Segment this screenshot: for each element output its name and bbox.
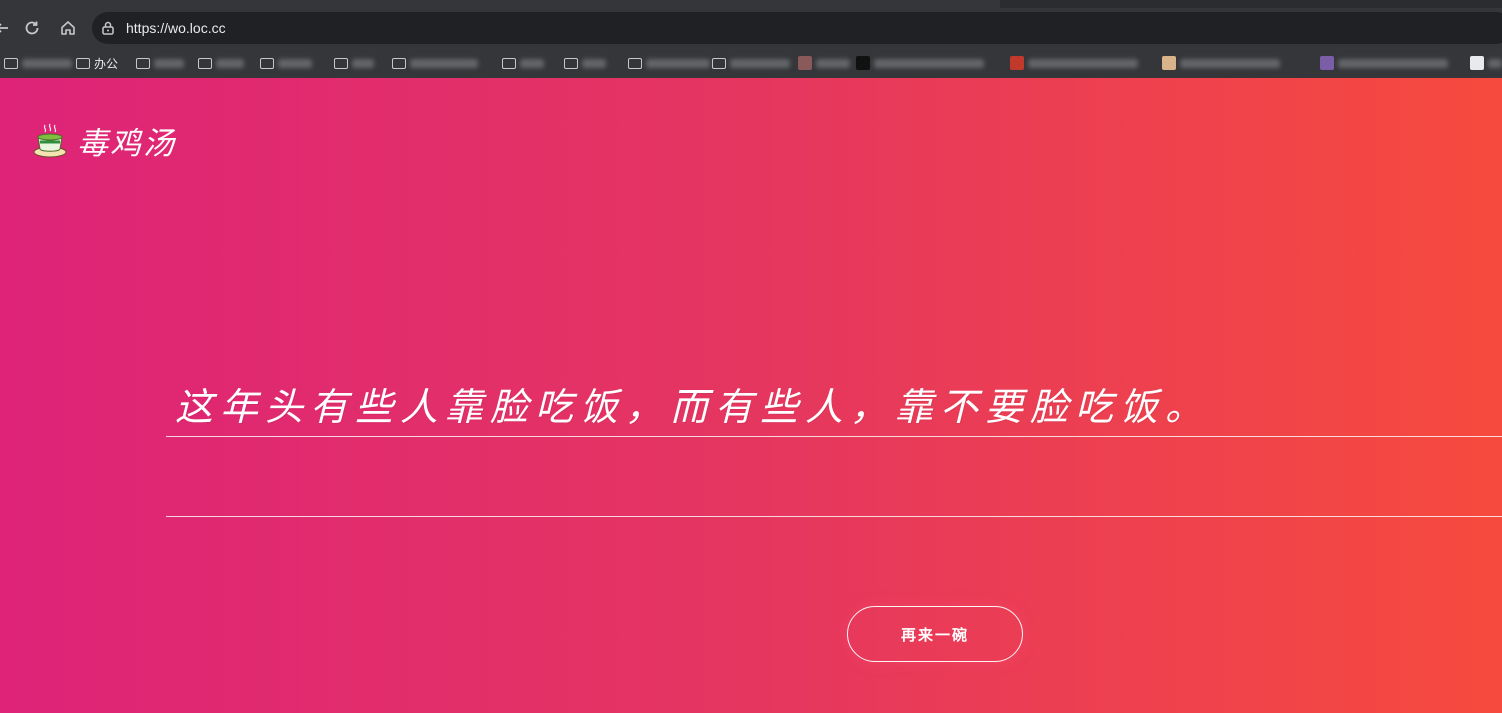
- favicon-icon: [1320, 56, 1334, 70]
- bookmark-label-redacted: [730, 58, 790, 68]
- bookmark-label-redacted: [874, 58, 984, 68]
- another-bowl-button[interactable]: 再来一碗: [847, 606, 1023, 662]
- home-icon[interactable]: [56, 16, 80, 40]
- bookmark-folder[interactable]: [712, 53, 790, 73]
- brand[interactable]: 毒鸡汤: [33, 118, 176, 163]
- bookmark-item[interactable]: [798, 53, 850, 73]
- bookmark-label-redacted: [154, 58, 184, 68]
- bookmark-item[interactable]: [856, 53, 984, 73]
- quote-text: 这年头有些人靠脸吃饭，而有些人，靠不要脸吃饭。: [175, 385, 1211, 429]
- back-icon[interactable]: [0, 16, 14, 40]
- bookmark-label-redacted: [582, 58, 606, 68]
- folder-icon: [502, 57, 516, 69]
- folder-icon: [628, 57, 642, 69]
- folder-icon: [334, 57, 348, 69]
- bookmark-label-redacted: [1488, 58, 1502, 68]
- bookmark-folder[interactable]: [260, 53, 312, 73]
- bookmark-item[interactable]: [1320, 53, 1448, 73]
- folder-icon: [4, 57, 18, 69]
- divider-bottom: [166, 516, 1502, 517]
- bookmark-label: 办公: [94, 56, 119, 71]
- folder-icon: [564, 57, 578, 69]
- bookmark-folder[interactable]: [136, 53, 184, 73]
- folder-icon: [260, 57, 274, 69]
- bookmark-item[interactable]: [1470, 53, 1502, 73]
- bookmark-folder[interactable]: [564, 53, 606, 73]
- folder-icon: [392, 57, 406, 69]
- browser-chrome: https://wo.loc.cc 办公: [0, 0, 1502, 79]
- bookmark-folder[interactable]: 办公: [76, 53, 118, 73]
- folder-icon: [136, 57, 150, 69]
- bookmark-label-redacted: [816, 58, 850, 68]
- bookmark-item[interactable]: [1010, 53, 1138, 73]
- bookmark-folder[interactable]: [392, 53, 478, 73]
- favicon-icon: [1470, 56, 1484, 70]
- favicon-icon: [798, 56, 812, 70]
- folder-icon: [76, 57, 90, 69]
- address-bar[interactable]: https://wo.loc.cc: [92, 12, 1502, 44]
- tab-strip: [0, 0, 1502, 8]
- bookmark-label-redacted: [352, 58, 374, 68]
- reload-icon[interactable]: [20, 16, 44, 40]
- page-content: 毒鸡汤 这年头有些人靠脸吃饭，而有些人，靠不要脸吃饭。 再来一碗: [0, 78, 1502, 713]
- folder-icon: [198, 57, 212, 69]
- favicon-icon: [856, 56, 870, 70]
- brand-name: 毒鸡汤: [77, 126, 176, 162]
- bookmark-folder[interactable]: [502, 53, 544, 73]
- bookmark-label-redacted: [646, 58, 710, 68]
- bookmark-folder[interactable]: [628, 53, 710, 73]
- bookmark-folder[interactable]: [4, 53, 72, 73]
- favicon-icon: [1010, 56, 1024, 70]
- bookmark-label-redacted: [520, 58, 544, 68]
- browser-toolbar: https://wo.loc.cc: [0, 8, 1502, 48]
- favicon-icon: [1162, 56, 1176, 70]
- divider-top: [166, 436, 1502, 437]
- bookmark-folder[interactable]: [198, 53, 244, 73]
- bookmark-label-redacted: [216, 58, 244, 68]
- bookmark-folder[interactable]: [334, 53, 374, 73]
- tea-cup-icon: [33, 123, 67, 159]
- bookmark-label-redacted: [1028, 58, 1138, 68]
- bookmark-label-redacted: [22, 58, 72, 68]
- bookmark-label-redacted: [1180, 58, 1280, 68]
- active-tab[interactable]: [0, 0, 1000, 8]
- bookmark-label-redacted: [1338, 58, 1448, 68]
- url-text[interactable]: https://wo.loc.cc: [126, 19, 226, 37]
- folder-icon: [712, 57, 726, 69]
- bookmark-item[interactable]: [1162, 53, 1280, 73]
- site-info-icon[interactable]: [100, 20, 116, 36]
- bookmark-label-redacted: [278, 58, 312, 68]
- bookmarks-bar: 办公: [0, 48, 1502, 79]
- bookmark-label-redacted: [410, 58, 478, 68]
